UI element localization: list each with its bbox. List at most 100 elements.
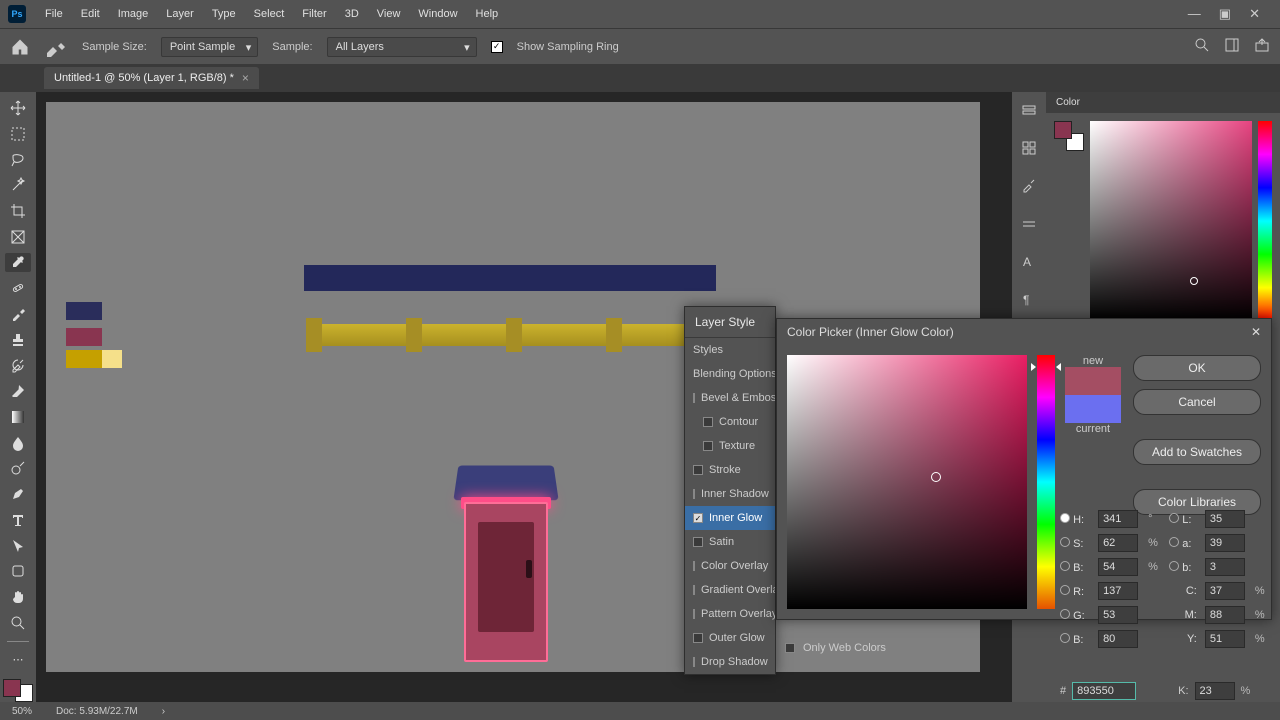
menu-select[interactable]: Select	[245, 4, 294, 24]
path-select-tool[interactable]	[5, 536, 31, 556]
home-icon[interactable]	[10, 37, 30, 57]
y-input[interactable]	[1205, 630, 1245, 648]
s-radio[interactable]	[1060, 537, 1070, 547]
layer-style-item[interactable]: Stroke	[685, 458, 775, 482]
cancel-button[interactable]: Cancel	[1133, 389, 1261, 415]
document-tab[interactable]: Untitled-1 @ 50% (Layer 1, RGB/8) * ×	[44, 67, 259, 89]
minimize-icon[interactable]: —	[1188, 6, 1201, 22]
layer-style-item[interactable]: Color Overlay	[685, 554, 775, 578]
h-input[interactable]	[1098, 510, 1138, 528]
lasso-tool[interactable]	[5, 150, 31, 170]
style-checkbox[interactable]	[693, 393, 695, 403]
menu-window[interactable]: Window	[409, 4, 466, 24]
layer-style-item[interactable]: Pattern Overlay	[685, 602, 775, 626]
wand-tool[interactable]	[5, 175, 31, 195]
b-radio[interactable]	[1060, 561, 1070, 571]
style-checkbox[interactable]: ✓	[693, 513, 703, 523]
s-input[interactable]	[1098, 534, 1138, 552]
r-radio[interactable]	[1060, 585, 1070, 595]
history-brush-tool[interactable]	[5, 356, 31, 376]
style-checkbox[interactable]	[693, 657, 695, 667]
layer-style-item[interactable]: ✓Inner Glow	[685, 506, 775, 530]
tab-close-icon[interactable]: ×	[242, 71, 249, 85]
layer-style-item[interactable]: Outer Glow	[685, 626, 775, 650]
workspace-icon[interactable]	[1224, 37, 1240, 56]
menu-file[interactable]: File	[36, 4, 72, 24]
style-checkbox[interactable]	[693, 585, 695, 595]
style-checkbox[interactable]	[703, 417, 713, 427]
b-input[interactable]	[1098, 558, 1138, 576]
panel-icon[interactable]	[1017, 136, 1041, 160]
layer-style-item[interactable]: Styles	[685, 338, 775, 362]
edit-toolbar-icon[interactable]: ⋯	[5, 650, 31, 670]
a-input[interactable]	[1205, 534, 1245, 552]
menu-view[interactable]: View	[368, 4, 410, 24]
show-sampling-checkbox[interactable]: ✓	[491, 41, 503, 53]
layer-style-item[interactable]: Satin	[685, 530, 775, 554]
layer-style-item[interactable]: Contour	[685, 410, 775, 434]
eraser-tool[interactable]	[5, 381, 31, 401]
gradient-tool[interactable]	[5, 407, 31, 427]
current-tool-icon[interactable]	[44, 35, 68, 59]
r-input[interactable]	[1098, 582, 1138, 600]
layer-style-item[interactable]: Gradient Overlay	[685, 578, 775, 602]
only-web-colors[interactable]: Only Web Colors	[785, 642, 886, 654]
style-checkbox[interactable]	[693, 609, 695, 619]
owc-checkbox[interactable]	[785, 643, 795, 653]
ok-button[interactable]: OK	[1133, 355, 1261, 381]
move-tool[interactable]	[5, 98, 31, 118]
type-tool[interactable]	[5, 510, 31, 530]
layer-style-item[interactable]: Texture	[685, 434, 775, 458]
add-swatches-button[interactable]: Add to Swatches	[1133, 439, 1261, 465]
style-checkbox[interactable]	[693, 537, 703, 547]
sample-size-select[interactable]: Point Sample ▾	[161, 37, 258, 57]
style-checkbox[interactable]	[693, 633, 703, 643]
eyedropper-tool[interactable]	[5, 253, 31, 273]
c-input[interactable]	[1205, 582, 1245, 600]
bl-input[interactable]	[1098, 630, 1138, 648]
g-radio[interactable]	[1060, 609, 1070, 619]
close-icon[interactable]: ✕	[1249, 6, 1260, 22]
search-icon[interactable]	[1194, 37, 1210, 56]
foreground-swatch[interactable]	[3, 679, 21, 697]
layer-style-item[interactable]: Drop Shadow	[685, 650, 775, 674]
panel-icon[interactable]	[1017, 98, 1041, 122]
panel-icon[interactable]	[1017, 174, 1041, 198]
layer-style-item[interactable]: Blending Options	[685, 362, 775, 386]
menu-filter[interactable]: Filter	[293, 4, 335, 24]
g-input[interactable]	[1098, 606, 1138, 624]
pen-tool[interactable]	[5, 484, 31, 504]
dodge-tool[interactable]	[5, 459, 31, 479]
heal-tool[interactable]	[5, 278, 31, 298]
l-input[interactable]	[1205, 510, 1245, 528]
share-icon[interactable]	[1254, 37, 1270, 56]
crop-tool[interactable]	[5, 201, 31, 221]
layer-style-item[interactable]: Bevel & Emboss	[685, 386, 775, 410]
hex-input[interactable]	[1072, 682, 1136, 700]
brush-tool[interactable]	[5, 304, 31, 324]
dialog-close-icon[interactable]: ✕	[1251, 325, 1261, 339]
panel-fgbg-swatch[interactable]	[1054, 121, 1084, 151]
bb-radio[interactable]	[1169, 561, 1179, 571]
bl-radio[interactable]	[1060, 633, 1070, 643]
menu-type[interactable]: Type	[203, 4, 245, 24]
color-panel-tab[interactable]: Color	[1046, 92, 1280, 113]
style-checkbox[interactable]	[703, 441, 713, 451]
status-chevron-icon[interactable]: ›	[162, 706, 165, 717]
frame-tool[interactable]	[5, 227, 31, 247]
maximize-icon[interactable]: ▣	[1219, 6, 1231, 22]
panel-icon[interactable]: A	[1017, 250, 1041, 274]
l-radio[interactable]	[1169, 513, 1179, 523]
layer-style-item[interactable]: Inner Shadow	[685, 482, 775, 506]
sample-select[interactable]: All Layers ▾	[327, 37, 477, 57]
marquee-tool[interactable]	[5, 124, 31, 144]
fgbg-swatch[interactable]	[3, 679, 33, 702]
hue-strip[interactable]	[1258, 121, 1272, 321]
panel-icon[interactable]: ¶	[1017, 288, 1041, 312]
menu-image[interactable]: Image	[109, 4, 158, 24]
shape-tool[interactable]	[5, 562, 31, 582]
style-checkbox[interactable]	[693, 489, 695, 499]
menu-help[interactable]: Help	[467, 4, 508, 24]
new-color-swatch[interactable]	[1065, 367, 1121, 395]
menu-edit[interactable]: Edit	[72, 4, 109, 24]
